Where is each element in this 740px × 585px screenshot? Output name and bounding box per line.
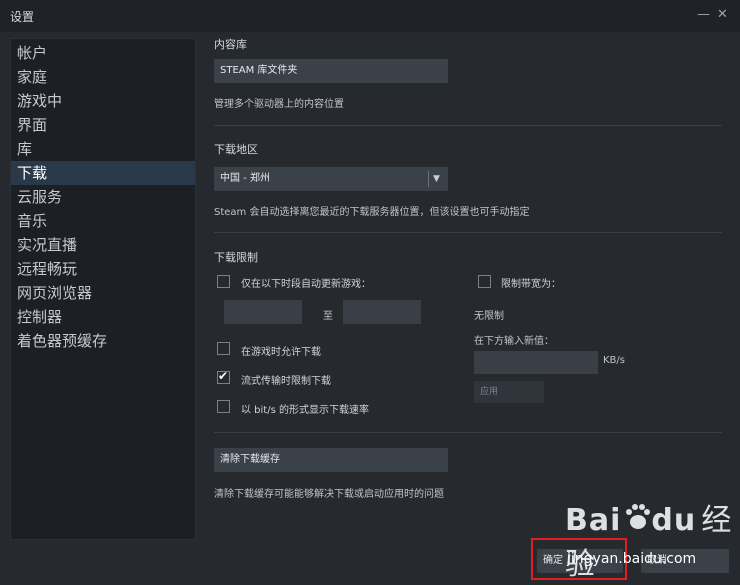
window-title: 设置 [10, 10, 35, 24]
download-region-value: 中国 - 郑州 [220, 173, 270, 184]
schedule-checkbox[interactable] [217, 275, 230, 288]
baidu-watermark: Bai du 经验 jingyan.baidu.com [565, 495, 740, 583]
limit-bandwidth-label: 限制带宽为： [501, 279, 561, 290]
show-bits-label: 以 bit/s 的形式显示下载速率 [241, 405, 369, 416]
settings-sidebar: 帐户 家庭 游戏中 界面 库 下载 云服务 音乐 实况直播 远程畅玩 网页浏览器… [10, 38, 196, 540]
clear-download-cache-button[interactable]: 清除下载缓存 [214, 448, 448, 472]
sidebar-item-in-game[interactable]: 游戏中 [11, 89, 195, 113]
download-region-title: 下载地区 [214, 143, 258, 156]
steam-library-folders-button[interactable]: STEAM 库文件夹 [214, 59, 448, 83]
sidebar-item-remote-play[interactable]: 远程畅玩 [11, 257, 195, 281]
sidebar-item-cloud[interactable]: 云服务 [11, 185, 195, 209]
sidebar-item-web-browser[interactable]: 网页浏览器 [11, 281, 195, 305]
to-label: 至 [323, 311, 333, 322]
section-divider [214, 125, 722, 126]
section-divider [214, 432, 722, 433]
throttle-while-streaming-label: 流式传输时限制下载 [241, 376, 331, 387]
download-limits-title: 下载限制 [214, 251, 258, 264]
schedule-start-time[interactable] [224, 300, 302, 324]
sidebar-item-controller[interactable]: 控制器 [11, 305, 195, 329]
sidebar-item-interface[interactable]: 界面 [11, 113, 195, 137]
settings-panel: 内容库 STEAM 库文件夹 管理多个驱动器上的内容位置 下载地区 中国 - 郑… [196, 32, 740, 552]
schedule-label: 仅在以下时段自动更新游戏： [241, 279, 371, 290]
sidebar-item-account[interactable]: 帐户 [11, 41, 195, 65]
sidebar-item-broadcasting[interactable]: 实况直播 [11, 233, 195, 257]
limit-bandwidth-checkbox[interactable] [478, 275, 491, 288]
chevron-down-icon: ▼ [433, 174, 440, 184]
clear-cache-desc: 清除下载缓存可能能够解决下载或启动应用时的问题 [214, 489, 444, 500]
watermark-brand2: du [651, 503, 697, 538]
apply-button[interactable]: 应用 [474, 381, 544, 403]
bandwidth-input[interactable] [474, 351, 598, 374]
minimize-button[interactable]: — [697, 7, 710, 22]
paw-icon [626, 504, 650, 529]
unit-label: KB/s [603, 355, 625, 366]
show-bits-checkbox[interactable] [217, 400, 230, 413]
select-divider [428, 171, 429, 187]
download-region-desc: Steam 会自动选择离您最近的下载服务器位置，但该设置也可手动指定 [214, 207, 530, 218]
throttle-while-streaming-checkbox[interactable]: ✔ [217, 369, 230, 384]
content-library-title: 内容库 [214, 38, 247, 51]
sidebar-item-family[interactable]: 家庭 [11, 65, 195, 89]
download-region-select[interactable]: 中国 - 郑州 ▼ [214, 167, 448, 191]
sidebar-item-shader-precache[interactable]: 着色器预缓存 [11, 329, 195, 353]
sidebar-item-music[interactable]: 音乐 [11, 209, 195, 233]
sidebar-item-downloads[interactable]: 下载 [11, 161, 195, 185]
content-library-desc: 管理多个驱动器上的内容位置 [214, 99, 344, 110]
checkmark-icon: ✔ [218, 369, 229, 383]
watermark-url: jingyan.baidu.com [567, 551, 697, 567]
schedule-end-time[interactable] [343, 300, 421, 324]
title-bar: 设置 — ✕ [0, 0, 740, 32]
no-limit-text: 无限制 [474, 311, 504, 322]
sidebar-item-library[interactable]: 库 [11, 137, 195, 161]
enter-new-value-label: 在下方输入新值： [474, 336, 554, 347]
allow-downloads-in-game-label: 在游戏时允许下载 [241, 347, 321, 358]
allow-downloads-in-game-checkbox[interactable] [217, 342, 230, 355]
close-button[interactable]: ✕ [717, 7, 728, 22]
section-divider [214, 232, 722, 233]
watermark-brand: Bai [565, 503, 622, 538]
